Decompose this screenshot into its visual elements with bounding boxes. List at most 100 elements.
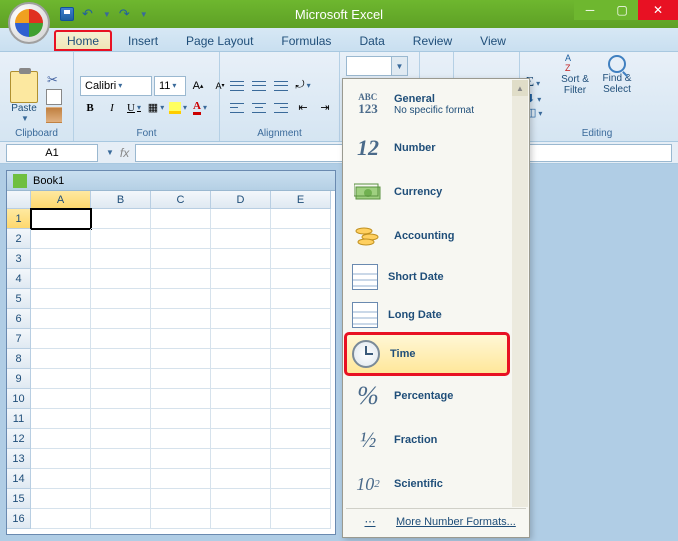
cell[interactable] — [31, 389, 91, 409]
cell[interactable] — [271, 489, 331, 509]
cell[interactable] — [31, 229, 91, 249]
tab-insert[interactable]: Insert — [116, 31, 170, 51]
cell[interactable] — [271, 369, 331, 389]
row-header[interactable]: 11 — [7, 409, 31, 429]
cell[interactable] — [151, 229, 211, 249]
format-option-longdate[interactable]: Long Date — [346, 296, 508, 334]
cell[interactable] — [271, 409, 331, 429]
format-option-accounting[interactable]: Accounting — [346, 214, 508, 258]
undo-split-icon[interactable]: ▼ — [103, 10, 111, 19]
fx-icon[interactable]: fx — [120, 146, 129, 160]
cut-icon[interactable]: ✂ — [46, 71, 62, 87]
column-header[interactable]: E — [271, 191, 331, 209]
format-option-scientific[interactable]: 102 Scientific — [346, 462, 508, 506]
tab-view[interactable]: View — [468, 31, 518, 51]
align-center-button[interactable] — [248, 98, 270, 118]
spreadsheet-grid[interactable]: ABCDE12345678910111213141516 — [7, 191, 335, 529]
cell[interactable] — [151, 349, 211, 369]
number-format-combo[interactable]: ▼ — [346, 56, 408, 76]
align-middle-button[interactable] — [248, 76, 270, 96]
column-header[interactable]: A — [31, 191, 91, 209]
row-header[interactable]: 10 — [7, 389, 31, 409]
cell[interactable] — [31, 329, 91, 349]
row-header[interactable]: 13 — [7, 449, 31, 469]
font-name-combo[interactable]: Calibri▾ — [80, 76, 152, 96]
cell[interactable] — [271, 309, 331, 329]
tab-formulas[interactable]: Formulas — [269, 31, 343, 51]
column-header[interactable]: C — [151, 191, 211, 209]
cell[interactable] — [151, 329, 211, 349]
cell[interactable] — [31, 509, 91, 529]
more-number-formats-link[interactable]: ⋯ More Number Formats... — [346, 508, 526, 534]
format-option-time[interactable]: Time — [346, 334, 508, 374]
cell[interactable] — [91, 489, 151, 509]
border-button[interactable]: ▦▾ — [146, 98, 166, 118]
cell[interactable] — [151, 489, 211, 509]
cell[interactable] — [211, 249, 271, 269]
cell[interactable] — [271, 229, 331, 249]
cell[interactable] — [91, 509, 151, 529]
dropdown-scrollbar[interactable]: ▲ — [512, 80, 528, 507]
row-header[interactable]: 16 — [7, 509, 31, 529]
cell[interactable] — [91, 269, 151, 289]
cell[interactable] — [211, 469, 271, 489]
cell[interactable] — [91, 389, 151, 409]
cell[interactable] — [151, 209, 211, 229]
format-option-shortdate[interactable]: Short Date — [346, 258, 508, 296]
maximize-button[interactable]: ▢ — [606, 0, 638, 20]
align-bottom-button[interactable] — [270, 76, 292, 96]
cell[interactable] — [211, 389, 271, 409]
cell[interactable] — [211, 429, 271, 449]
font-size-combo[interactable]: 11▾ — [154, 76, 186, 96]
cell[interactable] — [271, 509, 331, 529]
find-select-button[interactable]: Find & Select — [598, 55, 636, 95]
paste-button[interactable]: Paste ▼ — [6, 71, 42, 123]
cell[interactable] — [151, 409, 211, 429]
cell[interactable] — [271, 289, 331, 309]
row-header[interactable]: 12 — [7, 429, 31, 449]
cell[interactable] — [211, 329, 271, 349]
format-option-currency[interactable]: Currency — [346, 170, 508, 214]
row-header[interactable]: 4 — [7, 269, 31, 289]
cell[interactable] — [31, 289, 91, 309]
cell[interactable] — [271, 349, 331, 369]
cell[interactable] — [211, 449, 271, 469]
orientation-button[interactable]: ⤾▾ — [292, 76, 314, 96]
cell[interactable] — [211, 409, 271, 429]
cell[interactable] — [151, 289, 211, 309]
cell[interactable] — [211, 509, 271, 529]
scroll-up-icon[interactable]: ▲ — [512, 80, 528, 96]
format-option-fraction[interactable]: ½ Fraction — [346, 418, 508, 462]
row-header[interactable]: 9 — [7, 369, 31, 389]
cell[interactable] — [91, 229, 151, 249]
chevron-down-icon[interactable]: ▼ — [106, 148, 114, 157]
format-option-general[interactable]: ABC123 General No specific format — [346, 82, 508, 126]
sort-filter-button[interactable]: Sort & Filter — [556, 54, 594, 96]
cell[interactable] — [91, 289, 151, 309]
cell[interactable] — [91, 409, 151, 429]
cell[interactable] — [31, 449, 91, 469]
italic-button[interactable]: I — [102, 98, 122, 118]
cell[interactable] — [271, 269, 331, 289]
cell[interactable] — [91, 249, 151, 269]
cell[interactable] — [91, 349, 151, 369]
cell[interactable] — [31, 369, 91, 389]
cell[interactable] — [151, 249, 211, 269]
cell[interactable] — [271, 249, 331, 269]
office-button[interactable] — [8, 2, 50, 44]
name-box[interactable]: A1 — [6, 144, 98, 162]
row-header[interactable]: 2 — [7, 229, 31, 249]
cell[interactable] — [151, 469, 211, 489]
tab-data[interactable]: Data — [347, 31, 396, 51]
cell[interactable] — [91, 309, 151, 329]
cell[interactable] — [31, 309, 91, 329]
tab-page-layout[interactable]: Page Layout — [174, 31, 265, 51]
undo-icon[interactable]: ↶ — [82, 6, 93, 22]
cell[interactable] — [31, 209, 91, 229]
cell[interactable] — [91, 209, 151, 229]
close-button[interactable]: ✕ — [638, 0, 678, 20]
minimize-button[interactable]: ─ — [574, 0, 606, 20]
cell[interactable] — [151, 269, 211, 289]
cell[interactable] — [151, 389, 211, 409]
cell[interactable] — [211, 289, 271, 309]
